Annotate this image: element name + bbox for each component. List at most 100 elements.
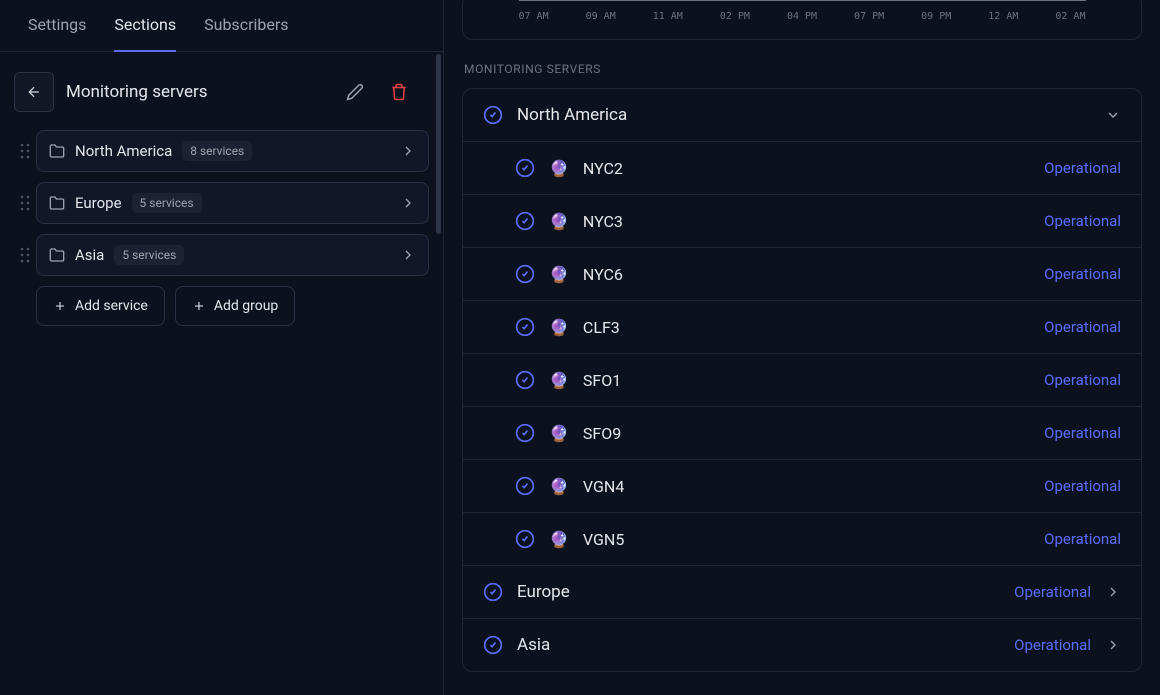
chevron-right-icon bbox=[400, 247, 416, 263]
status-label: Operational bbox=[1044, 477, 1121, 495]
timeline-bar bbox=[519, 0, 1086, 1]
timeline-tick: 07 AM bbox=[519, 11, 549, 22]
service-name: NYC2 bbox=[583, 159, 623, 178]
crystal-ball-icon: 🔮 bbox=[549, 371, 569, 390]
status-label: Operational bbox=[1044, 424, 1121, 442]
group-count-badge: 5 services bbox=[114, 245, 184, 265]
edit-button[interactable] bbox=[339, 76, 371, 108]
service-row[interactable]: 🔮 NYC3 Operational bbox=[463, 194, 1141, 247]
status-label: Operational bbox=[1014, 583, 1091, 601]
status-label: Operational bbox=[1044, 371, 1121, 389]
crystal-ball-icon: 🔮 bbox=[549, 318, 569, 337]
check-circle-icon bbox=[515, 370, 535, 390]
service-row[interactable]: 🔮 SFO9 Operational bbox=[463, 406, 1141, 459]
chevron-right-icon bbox=[400, 143, 416, 159]
status-label: Operational bbox=[1044, 530, 1121, 548]
region-row-europe[interactable]: Europe Operational bbox=[463, 565, 1141, 618]
crystal-ball-icon: 🔮 bbox=[549, 530, 569, 549]
region-name: Asia bbox=[517, 635, 550, 655]
service-name: NYC6 bbox=[583, 265, 623, 284]
service-row[interactable]: 🔮 NYC2 Operational bbox=[463, 141, 1141, 194]
group-name: North America bbox=[75, 142, 172, 160]
check-circle-icon bbox=[515, 476, 535, 496]
timeline-tick: 12 AM bbox=[988, 11, 1018, 22]
timeline-tick: 04 PM bbox=[787, 11, 817, 22]
crystal-ball-icon: 🔮 bbox=[549, 424, 569, 443]
group-row-north america[interactable]: North America 8 services bbox=[36, 130, 429, 172]
region-row-north america[interactable]: North America bbox=[463, 89, 1141, 141]
chevron-right-icon bbox=[400, 195, 416, 211]
scrollbar[interactable] bbox=[436, 54, 441, 234]
timeline-tick: 11 AM bbox=[653, 11, 683, 22]
check-circle-icon bbox=[483, 635, 503, 655]
status-label: Operational bbox=[1014, 636, 1091, 654]
timeline-tick: 02 PM bbox=[720, 11, 750, 22]
drag-handle[interactable] bbox=[14, 247, 36, 263]
status-label: Operational bbox=[1044, 318, 1121, 336]
drag-handle[interactable] bbox=[14, 143, 36, 159]
service-name: CLF3 bbox=[583, 318, 620, 337]
tab-settings[interactable]: Settings bbox=[28, 0, 86, 52]
region-row-asia[interactable]: Asia Operational bbox=[463, 618, 1141, 671]
check-circle-icon bbox=[515, 158, 535, 178]
timeline-card: 07 AM09 AM11 AM02 PM04 PM07 PM09 PM12 AM… bbox=[462, 0, 1142, 40]
chevron-down-icon bbox=[1105, 107, 1121, 123]
delete-button[interactable] bbox=[383, 76, 415, 108]
folder-icon bbox=[49, 143, 65, 159]
chevron-right-icon bbox=[1105, 637, 1121, 653]
service-name: NYC3 bbox=[583, 212, 623, 231]
status-label: Operational bbox=[1044, 265, 1121, 283]
trash-icon bbox=[390, 83, 408, 101]
add-group-button[interactable]: Add group bbox=[175, 286, 295, 326]
add-group-label: Add group bbox=[214, 298, 278, 314]
plus-icon bbox=[53, 299, 67, 313]
group-row-europe[interactable]: Europe 5 services bbox=[36, 182, 429, 224]
add-service-label: Add service bbox=[75, 298, 148, 314]
service-row[interactable]: 🔮 VGN4 Operational bbox=[463, 459, 1141, 512]
group-name: Europe bbox=[75, 194, 122, 212]
check-circle-icon bbox=[515, 423, 535, 443]
page-title: Monitoring servers bbox=[66, 82, 327, 102]
group-count-badge: 5 services bbox=[132, 193, 202, 213]
service-row[interactable]: 🔮 VGN5 Operational bbox=[463, 512, 1141, 565]
timeline-tick: 02 AM bbox=[1055, 11, 1085, 22]
section-label: MONITORING SERVERS bbox=[464, 62, 1142, 76]
arrow-left-icon bbox=[26, 84, 42, 100]
crystal-ball-icon: 🔮 bbox=[549, 212, 569, 231]
plus-icon bbox=[192, 299, 206, 313]
drag-handle-icon bbox=[20, 247, 30, 263]
service-row[interactable]: 🔮 CLF3 Operational bbox=[463, 300, 1141, 353]
back-button[interactable] bbox=[14, 72, 54, 112]
timeline-tick: 09 AM bbox=[586, 11, 616, 22]
drag-handle[interactable] bbox=[14, 195, 36, 211]
timeline-tick: 09 PM bbox=[921, 11, 951, 22]
group-row-asia[interactable]: Asia 5 services bbox=[36, 234, 429, 276]
service-name: VGN4 bbox=[583, 477, 624, 496]
service-name: VGN5 bbox=[583, 530, 624, 549]
crystal-ball-icon: 🔮 bbox=[549, 265, 569, 284]
tab-sections[interactable]: Sections bbox=[114, 0, 176, 52]
group-count-badge: 8 services bbox=[182, 141, 252, 161]
add-service-button[interactable]: Add service bbox=[36, 286, 165, 326]
folder-icon bbox=[49, 195, 65, 211]
tab-subscribers[interactable]: Subscribers bbox=[204, 0, 288, 52]
check-circle-icon bbox=[483, 582, 503, 602]
check-circle-icon bbox=[515, 211, 535, 231]
check-circle-icon bbox=[483, 105, 503, 125]
region-name: Europe bbox=[517, 582, 570, 602]
region-name: North America bbox=[517, 105, 627, 125]
check-circle-icon bbox=[515, 264, 535, 284]
service-name: SFO1 bbox=[583, 371, 621, 390]
service-name: SFO9 bbox=[583, 424, 621, 443]
service-row[interactable]: 🔮 NYC6 Operational bbox=[463, 247, 1141, 300]
pencil-icon bbox=[346, 83, 364, 101]
check-circle-icon bbox=[515, 317, 535, 337]
chevron-right-icon bbox=[1105, 584, 1121, 600]
check-circle-icon bbox=[515, 529, 535, 549]
folder-icon bbox=[49, 247, 65, 263]
service-row[interactable]: 🔮 SFO1 Operational bbox=[463, 353, 1141, 406]
status-label: Operational bbox=[1044, 212, 1121, 230]
drag-handle-icon bbox=[20, 195, 30, 211]
status-label: Operational bbox=[1044, 159, 1121, 177]
crystal-ball-icon: 🔮 bbox=[549, 159, 569, 178]
